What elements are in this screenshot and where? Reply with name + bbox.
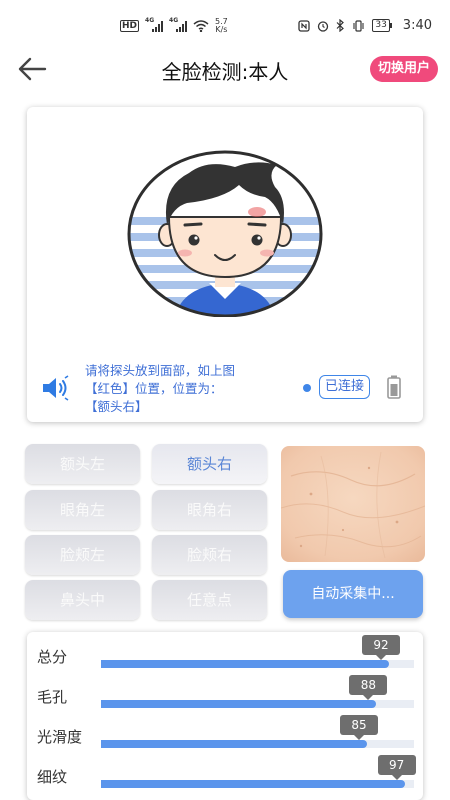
network-type-label: 4G [169, 17, 179, 24]
score-track [101, 780, 414, 788]
bluetooth-icon [336, 19, 345, 32]
score-row: 毛孔 88 [27, 672, 423, 712]
score-value-bubble: 88 [349, 675, 388, 700]
score-row: 细纹 97 [27, 752, 423, 792]
auto-capture-button[interactable]: 自动采集中... [283, 570, 423, 618]
region-button-cheek-left[interactable]: 脸颊左 [25, 535, 140, 575]
device-battery-icon [387, 375, 401, 399]
alarm-icon [318, 20, 329, 32]
score-panel: 总分 92 毛孔 88 光滑度 85 细纹 97 [27, 632, 423, 800]
score-value-bubble: 85 [340, 715, 379, 740]
instruction-line: 【红色】位置，位置为： [85, 381, 223, 396]
score-bar-fill [101, 700, 377, 708]
score-label: 细纹 [37, 768, 68, 786]
score-bar-fill [101, 740, 368, 748]
score-track [101, 700, 414, 708]
clock: 3:40 [402, 18, 432, 33]
hd-badge: HD [120, 20, 140, 32]
switch-user-button[interactable]: 切换用户 [369, 56, 438, 82]
network-type-label: 4G [145, 17, 155, 24]
score-value-bubble: 97 [377, 755, 416, 780]
score-value-bubble: 92 [361, 635, 400, 660]
region-button-any-point[interactable]: 任意点 [152, 580, 267, 620]
battery-icon: 33 [372, 19, 393, 32]
nfc-icon [298, 19, 310, 32]
region-button-eye-corner-left[interactable]: 眼角左 [25, 490, 140, 530]
score-row: 光滑度 85 [27, 712, 423, 752]
net-speed-unit: K/s [215, 25, 228, 34]
signal-icon: 4G [169, 17, 188, 32]
status-left: HD 4G 4G 5.7 K/s [120, 17, 228, 34]
connection-dot [303, 384, 311, 392]
region-button-forehead-right[interactable]: 额头右 [152, 444, 267, 484]
score-row: 总分 92 [27, 632, 423, 672]
wifi-icon [193, 20, 209, 32]
region-button-eye-corner-right[interactable]: 眼角右 [152, 490, 267, 530]
region-button-forehead-left[interactable]: 额头左 [25, 444, 140, 484]
score-label: 总分 [37, 648, 68, 666]
region-button-nose[interactable]: 鼻头中 [25, 580, 140, 620]
app-header: 全脸检测:本人 切换用户 [0, 52, 450, 86]
instruction-line: 请将探头放到面部，如上图 [85, 363, 236, 378]
score-label: 毛孔 [37, 688, 68, 706]
score-bar-fill [101, 780, 405, 788]
score-bar-fill [101, 660, 389, 668]
connection-status-badge: 已连接 [319, 375, 371, 399]
probe-instruction: 请将探头放到面部，如上图 【红色】位置，位置为： 【额头右】 [85, 362, 265, 416]
status-right: 33 3:40 [298, 18, 432, 33]
region-button-cheek-right[interactable]: 脸颊右 [152, 535, 267, 575]
status-bar: HD 4G 4G 5.7 K/s 33 3:40 [0, 0, 450, 52]
net-speed: 5.7 K/s [215, 18, 228, 34]
signal-icon: 4G [145, 17, 164, 32]
vibrate-icon [353, 19, 364, 32]
instruction-line: 【额头右】 [85, 399, 148, 414]
face-illustration [127, 150, 323, 317]
face-guide-card: 请将探头放到面部，如上图 【红色】位置，位置为： 【额头右】 已连接 [27, 107, 423, 422]
skin-capture-image [281, 446, 425, 562]
score-track [101, 740, 414, 748]
score-label: 光滑度 [37, 728, 83, 746]
score-track [101, 660, 414, 668]
speaker-icon[interactable] [41, 375, 71, 401]
